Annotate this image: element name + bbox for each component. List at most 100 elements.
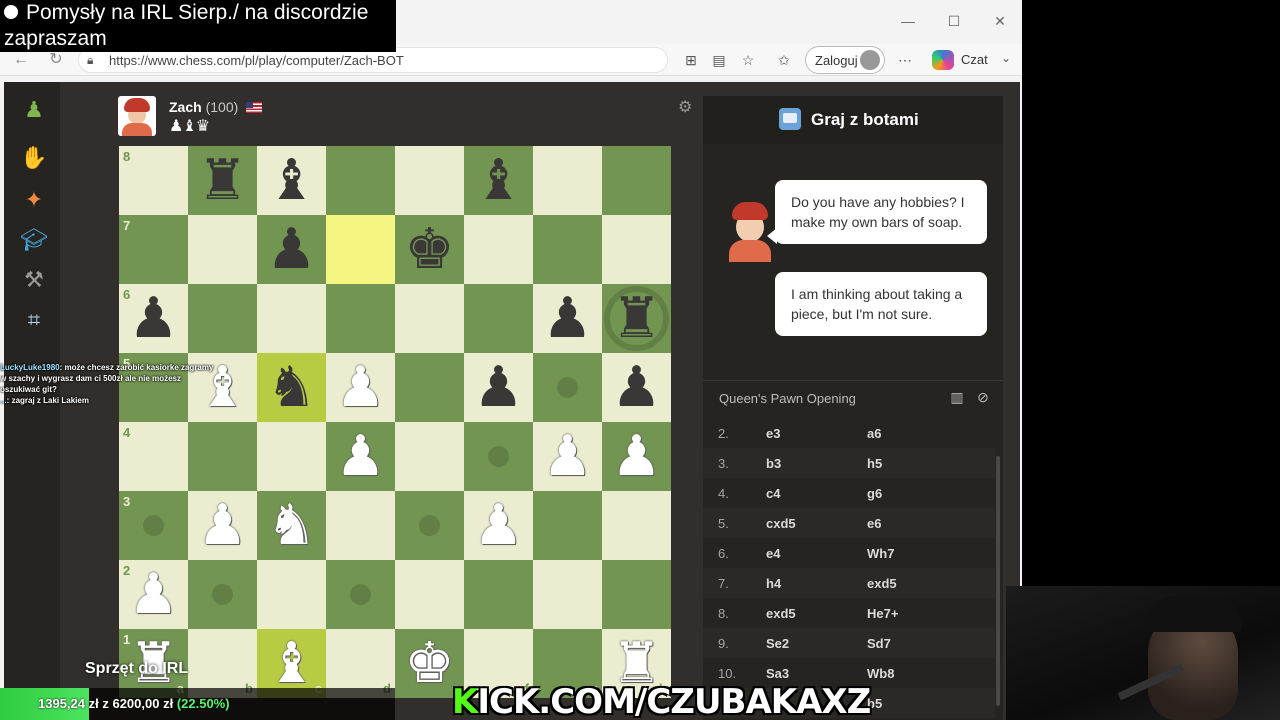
square-g6[interactable]: ♟ bbox=[533, 284, 602, 353]
favorites-icon[interactable]: ✩ bbox=[774, 51, 794, 69]
play-pawn-icon[interactable]: ♟ bbox=[20, 96, 48, 124]
white-move[interactable]: exd5 bbox=[766, 606, 796, 621]
square-c5[interactable]: ♞ bbox=[257, 353, 326, 422]
square-d4[interactable]: ♟ bbox=[326, 422, 395, 491]
square-b6[interactable] bbox=[188, 284, 257, 353]
square-f8[interactable]: ♝ bbox=[464, 146, 533, 215]
square-c4[interactable] bbox=[257, 422, 326, 491]
black-king-icon[interactable]: ♚ bbox=[395, 215, 464, 284]
move-hint-dot[interactable] bbox=[419, 515, 440, 536]
square-e4[interactable] bbox=[395, 422, 464, 491]
square-g8[interactable] bbox=[533, 146, 602, 215]
square-h6[interactable]: ♜ bbox=[602, 284, 671, 353]
compass-icon[interactable]: ⊘ bbox=[975, 389, 991, 405]
square-e8[interactable] bbox=[395, 146, 464, 215]
square-f2[interactable] bbox=[464, 560, 533, 629]
black-pawn-icon[interactable]: ♟ bbox=[119, 284, 188, 353]
square-c8[interactable]: ♝ bbox=[257, 146, 326, 215]
square-g2[interactable] bbox=[533, 560, 602, 629]
square-a2[interactable]: 2 ♟ bbox=[119, 560, 188, 629]
square-a3[interactable]: 3 bbox=[119, 491, 188, 560]
black-bishop-icon[interactable]: ♝ bbox=[257, 146, 326, 215]
square-h4[interactable]: ♟ bbox=[602, 422, 671, 491]
square-g7[interactable] bbox=[533, 215, 602, 284]
maximize-icon[interactable]: ☐ bbox=[939, 10, 969, 32]
reader-icon[interactable]: ▤ bbox=[709, 51, 729, 69]
square-h7[interactable] bbox=[602, 215, 671, 284]
square-f6[interactable] bbox=[464, 284, 533, 353]
square-f5[interactable]: ♟ bbox=[464, 353, 533, 422]
chevron-down-icon[interactable]: ⌄ bbox=[1001, 51, 1011, 65]
white-move[interactable]: e3 bbox=[766, 426, 780, 441]
square-b8[interactable]: ♜ bbox=[188, 146, 257, 215]
square-h2[interactable] bbox=[602, 560, 671, 629]
square-h5[interactable]: ♟ bbox=[602, 353, 671, 422]
white-move[interactable]: b3 bbox=[766, 456, 781, 471]
square-a6[interactable]: 6 ♟ bbox=[119, 284, 188, 353]
white-pawn-icon[interactable]: ♟ bbox=[188, 491, 257, 560]
square-a8[interactable]: 8 bbox=[119, 146, 188, 215]
white-pawn-icon[interactable]: ♟ bbox=[464, 491, 533, 560]
gear-icon[interactable]: ⚙ bbox=[678, 97, 692, 117]
black-bishop-icon[interactable]: ♝ bbox=[464, 146, 533, 215]
square-d8[interactable] bbox=[326, 146, 395, 215]
white-move[interactable]: c4 bbox=[766, 486, 780, 501]
square-h3[interactable] bbox=[602, 491, 671, 560]
square-b4[interactable] bbox=[188, 422, 257, 491]
black-pawn-icon[interactable]: ♟ bbox=[464, 353, 533, 422]
square-b2[interactable] bbox=[188, 560, 257, 629]
black-pawn-icon[interactable]: ♟ bbox=[257, 215, 326, 284]
square-c3[interactable]: ♞ bbox=[257, 491, 326, 560]
square-e7[interactable]: ♚ bbox=[395, 215, 464, 284]
opponent-avatar[interactable] bbox=[118, 96, 156, 136]
black-move[interactable]: He7+ bbox=[867, 606, 898, 621]
square-g3[interactable] bbox=[533, 491, 602, 560]
favorite-star-icon[interactable]: ☆ bbox=[738, 51, 758, 69]
apps-icon[interactable]: ⊞ bbox=[681, 51, 701, 69]
square-f7[interactable] bbox=[464, 215, 533, 284]
white-move[interactable]: e4 bbox=[766, 546, 780, 561]
black-rook-icon[interactable]: ♜ bbox=[188, 146, 257, 215]
refresh-icon[interactable]: ↻ bbox=[45, 49, 67, 71]
square-g5[interactable] bbox=[533, 353, 602, 422]
white-pawn-icon[interactable]: ♟ bbox=[326, 422, 395, 491]
square-f3[interactable]: ♟ bbox=[464, 491, 533, 560]
square-e3[interactable] bbox=[395, 491, 464, 560]
square-d2[interactable] bbox=[326, 560, 395, 629]
white-knight-icon[interactable]: ♞ bbox=[257, 491, 326, 560]
minimize-icon[interactable]: — bbox=[893, 10, 923, 32]
watch-icon[interactable]: ⚒ bbox=[20, 266, 48, 294]
square-d5[interactable]: ♟ bbox=[326, 353, 395, 422]
book-icon[interactable]: ▥ bbox=[949, 389, 965, 405]
binoculars-icon[interactable]: ⌗ bbox=[20, 306, 48, 334]
move-list-scrollbar[interactable] bbox=[996, 456, 1000, 706]
black-move[interactable]: Wb8 bbox=[867, 666, 894, 681]
square-d7[interactable] bbox=[326, 215, 395, 284]
black-knight-icon[interactable]: ♞ bbox=[257, 353, 326, 422]
square-c6[interactable] bbox=[257, 284, 326, 353]
close-icon[interactable]: ✕ bbox=[985, 10, 1015, 32]
square-d3[interactable] bbox=[326, 491, 395, 560]
square-d6[interactable] bbox=[326, 284, 395, 353]
square-f4[interactable] bbox=[464, 422, 533, 491]
white-move[interactable]: Se2 bbox=[766, 636, 789, 651]
white-move[interactable]: h4 bbox=[766, 576, 781, 591]
square-e2[interactable] bbox=[395, 560, 464, 629]
black-move[interactable]: a6 bbox=[867, 426, 881, 441]
black-move[interactable]: exd5 bbox=[867, 576, 897, 591]
square-h8[interactable] bbox=[602, 146, 671, 215]
white-pawn-icon[interactable]: ♟ bbox=[326, 353, 395, 422]
white-pawn-icon[interactable]: ♟ bbox=[533, 422, 602, 491]
black-rook-icon[interactable]: ♜ bbox=[602, 284, 671, 353]
square-a7[interactable]: 7 bbox=[119, 215, 188, 284]
puzzles-icon[interactable]: ✦ bbox=[20, 186, 48, 214]
more-icon[interactable]: ⋯ bbox=[895, 51, 915, 69]
white-pawn-icon[interactable]: ♟ bbox=[602, 422, 671, 491]
chess-board[interactable]: 8♜♝♝7♟♚6♟♟♜5♝♞♟♟♟4♟♟♟3♟♞♟2♟1a♜bc♝de♚fgh♜ bbox=[119, 146, 671, 698]
white-pawn-icon[interactable]: ♟ bbox=[119, 560, 188, 629]
square-b3[interactable]: ♟ bbox=[188, 491, 257, 560]
black-move[interactable]: h5 bbox=[867, 456, 882, 471]
black-move[interactable]: g6 bbox=[867, 486, 882, 501]
white-move[interactable]: Sa3 bbox=[766, 666, 789, 681]
square-a4[interactable]: 4 bbox=[119, 422, 188, 491]
